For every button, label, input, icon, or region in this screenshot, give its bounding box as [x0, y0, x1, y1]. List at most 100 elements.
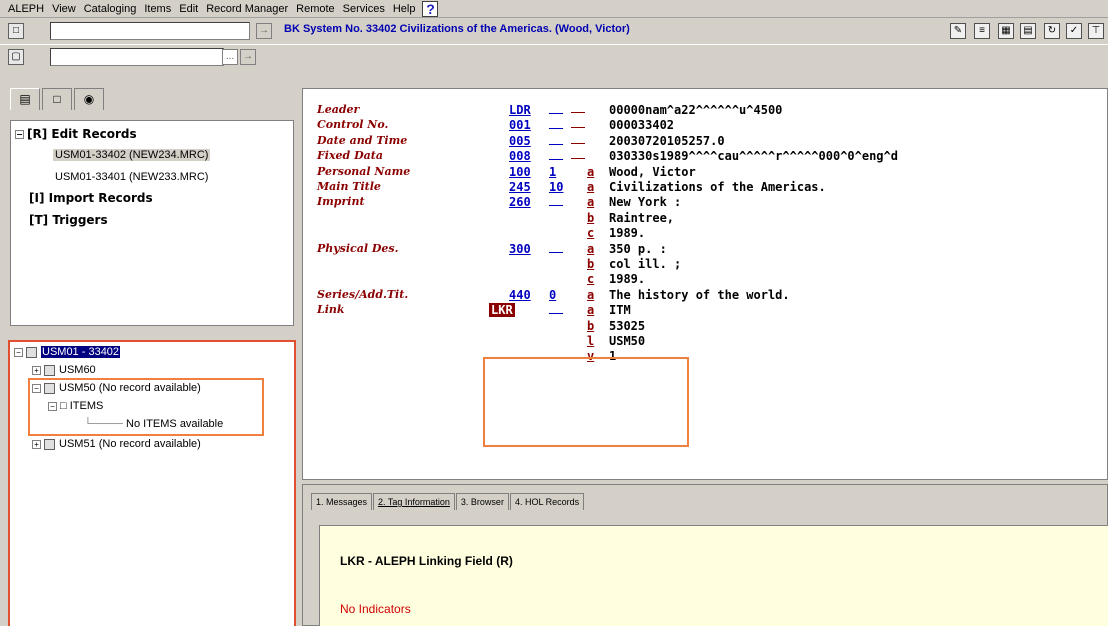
menu-help[interactable]: Help — [389, 3, 420, 15]
field-indicator[interactable]: 1 — [549, 165, 556, 179]
field-indicator[interactable] — [549, 149, 563, 163]
edit-record-icon[interactable]: ✎ — [950, 23, 966, 39]
collapse-icon[interactable]: − — [14, 347, 23, 357]
help-icon[interactable]: ? — [422, 0, 439, 17]
subfield-code[interactable]: a — [587, 242, 594, 256]
bottom-tabs: 1. Messages 2. Tag Information 3. Browse… — [311, 493, 585, 510]
field-tag[interactable]: 260 — [509, 195, 531, 209]
field-indicator[interactable] — [549, 303, 563, 317]
tree-record-item[interactable]: USM01-33401 (NEW233.MRC) — [55, 171, 208, 183]
tree-node-triggers[interactable]: [T] Triggers — [29, 213, 108, 227]
field-value[interactable]: 1989. — [609, 226, 645, 240]
field-indicator[interactable] — [549, 242, 563, 256]
tree-node-edit-records[interactable]: − [R] Edit Records — [15, 127, 137, 141]
field-indicator-blank — [571, 149, 585, 162]
expand-icon[interactable]: + — [32, 365, 41, 375]
tab-window-icon[interactable]: □ — [42, 88, 72, 110]
field-indicator[interactable] — [549, 118, 563, 132]
field-tag[interactable]: 001 — [509, 118, 531, 132]
menu-services[interactable]: Services — [339, 3, 389, 15]
field-value[interactable]: 53025 — [609, 319, 645, 333]
subfield-code[interactable]: a — [587, 180, 594, 194]
tab-hol-records[interactable]: 4. HOL Records — [509, 493, 585, 510]
menu-edit[interactable]: Edit — [175, 3, 202, 15]
subfield-code[interactable]: l — [587, 334, 594, 348]
subfield-code[interactable]: a — [587, 195, 594, 209]
tree-record-item[interactable]: USM01-33402 (NEW234.MRC) — [53, 149, 211, 161]
menu-record-manager[interactable]: Record Manager — [202, 3, 292, 15]
field-indicator[interactable] — [549, 134, 563, 148]
toolbar-record: □ → BK System No. 33402 Civilizations of… — [0, 19, 1108, 45]
field-value[interactable]: New York : — [609, 195, 681, 209]
subfield-code[interactable]: a — [587, 165, 594, 179]
field-value[interactable]: 1989. — [609, 272, 645, 286]
field-value[interactable]: The history of the world. — [609, 288, 790, 302]
field-indicator[interactable] — [549, 195, 563, 209]
field-indicator[interactable]: 0 — [549, 288, 556, 302]
tab-binoculars-icon[interactable]: ◉ — [74, 88, 104, 110]
open-record-icon[interactable]: ▢ — [8, 49, 24, 65]
field-value[interactable]: USM50 — [609, 334, 645, 348]
field-value[interactable]: Civilizations of the Americas. — [609, 180, 826, 194]
field-value[interactable]: 030330s1989^^^^cau^^^^^r^^^^^000^0^eng^d — [609, 149, 898, 163]
menu-view[interactable]: View — [48, 3, 80, 15]
go-arrow-icon[interactable]: → — [256, 23, 272, 39]
subfield-code[interactable]: b — [587, 257, 594, 271]
field-tag[interactable]: 440 — [509, 288, 531, 302]
field-tag[interactable]: LDR — [509, 103, 531, 117]
menu-bar: ALEPH View Cataloging Items Edit Record … — [0, 0, 1108, 18]
tree-node-usm60[interactable]: + USM60 — [32, 364, 96, 376]
tab-tag-information[interactable]: 2. Tag Information — [373, 493, 455, 510]
check-icon[interactable]: ✓ — [1066, 23, 1082, 39]
browse-button[interactable]: ... — [222, 49, 238, 65]
search-go-arrow-icon[interactable]: → — [240, 49, 256, 65]
tree-view-icon[interactable]: ≡ — [974, 23, 990, 39]
field-value[interactable]: 350 p. : — [609, 242, 667, 256]
field-value[interactable]: 000033402 — [609, 118, 674, 132]
field-value[interactable]: 20030720105257.0 — [609, 134, 725, 148]
subfield-code[interactable]: b — [587, 211, 594, 225]
menu-aleph[interactable]: ALEPH — [4, 3, 48, 15]
subfield-code[interactable]: c — [587, 272, 594, 286]
field-tag[interactable]: 300 — [509, 242, 531, 256]
subfield-code[interactable]: c — [587, 226, 594, 240]
field-indicator[interactable]: 10 — [549, 180, 563, 194]
field-indicator-blank — [571, 118, 585, 131]
tab-edit-records-icon[interactable]: ▤ — [10, 88, 40, 110]
subfield-code[interactable]: b — [587, 319, 594, 333]
grid-view-icon[interactable]: ▦ — [998, 23, 1014, 39]
menu-remote[interactable]: Remote — [292, 3, 339, 15]
field-value[interactable]: 00000nam^a22^^^^^^u^4500 — [609, 103, 782, 117]
tag-info-title: LKR - ALEPH Linking Field (R) — [340, 554, 513, 568]
field-tag[interactable]: 245 — [509, 180, 531, 194]
menu-items[interactable]: Items — [140, 3, 175, 15]
collapse-icon[interactable]: − — [15, 130, 24, 139]
list-view-icon[interactable]: ▤ — [1020, 23, 1036, 39]
record-icon[interactable]: □ — [8, 23, 24, 39]
field-value[interactable]: col ill. ; — [609, 257, 681, 271]
menu-cataloging[interactable]: Cataloging — [80, 3, 141, 15]
field-value[interactable]: Raintree, — [609, 211, 674, 225]
field-value[interactable]: Wood, Victor — [609, 165, 696, 179]
tree-node-usm51[interactable]: + USM51 (No record available) — [32, 438, 201, 450]
field-tag[interactable]: 008 — [509, 149, 531, 163]
expand-icon[interactable]: + — [32, 439, 41, 449]
tab-browser[interactable]: 3. Browser — [455, 493, 509, 510]
tree-node-import-records[interactable]: [I] Import Records — [29, 191, 153, 205]
field-name: Control No. — [317, 118, 389, 132]
field-tag[interactable]: LKR — [489, 303, 515, 318]
field-tag[interactable]: 005 — [509, 134, 531, 148]
highlight-box — [28, 378, 264, 436]
subfield-code[interactable]: a — [587, 303, 594, 317]
search-input[interactable] — [50, 48, 224, 66]
tree-node-root[interactable]: −USM01-33402 (NEW234.MRC)USM01 - 33402 — [14, 346, 121, 358]
database-icon — [26, 346, 37, 358]
tab-messages[interactable]: 1. Messages — [311, 493, 373, 510]
refresh-icon[interactable]: ↻ — [1044, 23, 1060, 39]
field-indicator[interactable] — [549, 103, 563, 117]
field-value[interactable]: ITM — [609, 303, 631, 317]
field-tag[interactable]: 100 — [509, 165, 531, 179]
record-number-input[interactable] — [50, 22, 250, 40]
subfield-code[interactable]: a — [587, 288, 594, 302]
split-icon[interactable]: ⊤ — [1088, 23, 1104, 39]
